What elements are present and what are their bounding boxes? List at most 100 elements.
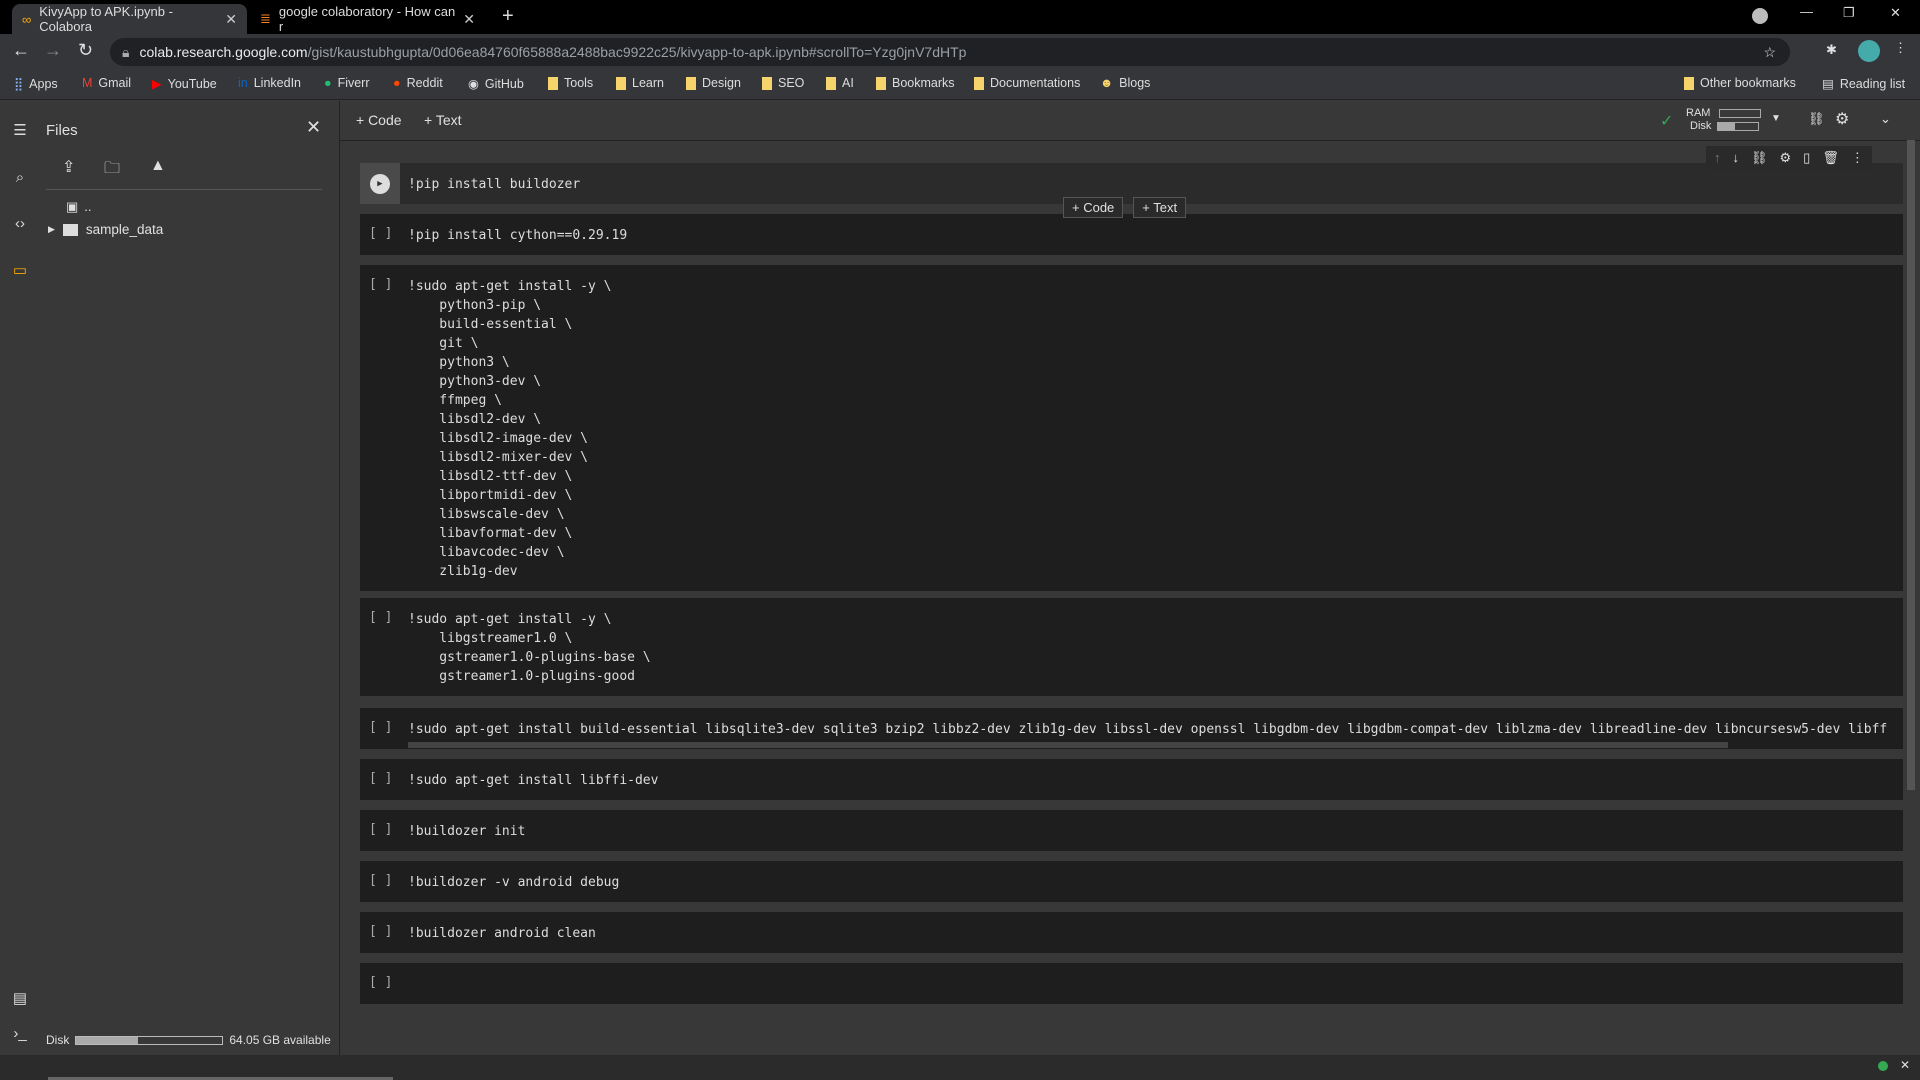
tab-stackoverflow[interactable]: ≣ google colaboratory - How can r ✕ [250, 4, 485, 34]
cell-settings-icon[interactable]: ⚙ [1780, 150, 1792, 166]
more-icon[interactable]: ⋮ [1851, 150, 1864, 166]
close-status-icon[interactable]: ✕ [1900, 1058, 1910, 1072]
command-palette-icon[interactable]: ▤ [8, 989, 32, 1007]
bookmark-learn[interactable]: Learn [616, 76, 664, 90]
bookmark-fiverr[interactable]: ● Fiverr [324, 76, 370, 90]
cell-code[interactable]: !sudo apt-get install build-essential li… [408, 720, 1888, 739]
restore-button[interactable]: ❐ [1843, 5, 1855, 21]
cell-code[interactable]: !pip install buildozer [408, 175, 1888, 194]
insert-text-button[interactable]: + Text [1133, 197, 1187, 218]
bookmark-github[interactable]: ◉ GitHub [468, 76, 524, 92]
expand-arrow-icon: ▶ [48, 224, 55, 234]
profile-menu-icon[interactable] [1752, 8, 1768, 24]
bookmark-reddit[interactable]: ● Reddit [393, 76, 443, 90]
browser-menu-icon[interactable]: ⋮ [1894, 40, 1907, 56]
close-window-button[interactable]: ✕ [1890, 5, 1901, 21]
code-cell[interactable]: [ ] !sudo apt-get install libffi-dev [360, 759, 1903, 800]
code-cell[interactable]: [ ] !pip install cython==0.29.19 [360, 214, 1903, 255]
bookmarks-bar: ⣿ Apps M Gmail ▶ YouTube in LinkedIn ● Fiverr… [0, 70, 1920, 100]
cell-code[interactable]: !buildozer android clean [408, 924, 1888, 943]
cell-code[interactable]: !buildozer init [408, 822, 1888, 841]
execution-count: [ ] [369, 873, 393, 888]
bookmark-design[interactable]: Design [686, 76, 741, 90]
bookmark-youtube[interactable]: ▶ YouTube [152, 76, 217, 92]
folder-icon [826, 76, 836, 90]
bookmark-tools[interactable]: Tools [548, 76, 593, 90]
star-icon[interactable]: ☆ [1763, 44, 1776, 61]
folder-icon [876, 76, 886, 90]
bookmark-ai[interactable]: AI [826, 76, 854, 90]
bookmark-bookmarks[interactable]: Bookmarks [876, 76, 955, 90]
files-folder-icon[interactable]: ▭ [8, 261, 32, 279]
add-text-button[interactable]: + Text [424, 112, 462, 128]
close-tab-icon[interactable]: ✕ [463, 11, 475, 28]
upload-file-icon[interactable]: ⇪ [62, 157, 75, 177]
close-sidebar-icon[interactable]: ✕ [306, 117, 321, 138]
code-cell[interactable]: [ ] !buildozer android clean [360, 912, 1903, 953]
bookmark-seo[interactable]: SEO [762, 76, 804, 90]
cell-toolbar: ↑ ↓ ⛓ ⚙ ▯ 🗑︎ ⋮ [1706, 146, 1872, 170]
folder-sample-data[interactable]: ▶ sample_data [48, 222, 163, 237]
tab-colab[interactable]: ∞ KivyApp to APK.ipynb - Colabora ✕ [12, 4, 247, 34]
parent-directory[interactable]: ▣.. [66, 199, 92, 215]
code-cell[interactable]: [ ] !sudo apt-get install -y \ python3-pi… [360, 265, 1903, 591]
reading-list[interactable]: ▤ Reading list [1822, 76, 1905, 92]
link-cell-icon[interactable]: ⛓ [1751, 150, 1768, 166]
execution-count: [ ] [369, 771, 393, 786]
bookmark-linkedin[interactable]: in LinkedIn [238, 76, 301, 90]
lock-icon: 🔒︎ [122, 43, 130, 60]
close-tab-icon[interactable]: ✕ [225, 11, 237, 28]
new-tab-button[interactable]: + [502, 5, 514, 28]
apps-grid-icon: ⣿ [14, 77, 24, 91]
cell-horizontal-scrollbar[interactable] [408, 742, 1728, 748]
resource-dropdown-icon[interactable]: ▼ [1771, 113, 1781, 124]
other-bookmarks[interactable]: Other bookmarks [1684, 76, 1796, 90]
bookmark-documentations[interactable]: Documentations [974, 76, 1080, 90]
files-sidebar: ☰ ⌕ ‹› ▭ Files ✕ ⇪ 🗀︎ ▲ ▣.. ▶ sample_data… [0, 101, 340, 1055]
code-cell[interactable]: [ ] [360, 963, 1903, 1004]
folder-icon [1684, 76, 1694, 90]
back-icon[interactable]: ← [12, 40, 30, 61]
cell-code[interactable]: !pip install cython==0.29.19 [408, 226, 1888, 245]
notebook-scrollbar[interactable] [1907, 140, 1915, 790]
settings-icon[interactable]: ⚙ [1835, 109, 1849, 129]
extensions-icon[interactable]: ✱ [1826, 42, 1837, 58]
cell-code[interactable]: !sudo apt-get install -y \ libgstreamer1… [408, 610, 1888, 686]
bookmark-blogs[interactable]: ☻ Blogs [1100, 76, 1150, 90]
avatar[interactable] [1858, 40, 1880, 62]
cell-code[interactable]: !sudo apt-get install -y \ python3-pip \… [408, 277, 1888, 581]
link-icon[interactable]: ⛓ [1808, 111, 1825, 127]
forward-icon[interactable]: → [44, 40, 62, 61]
refresh-folder-icon[interactable]: 🗀︎ [104, 157, 120, 184]
search-icon[interactable]: ⌕ [8, 169, 32, 186]
connected-check-icon: ✓ [1660, 113, 1674, 130]
toc-icon[interactable]: ☰ [8, 121, 32, 139]
bookmark-gmail[interactable]: M Gmail [82, 76, 131, 90]
code-cell[interactable]: [ ] !buildozer -v android debug [360, 861, 1903, 902]
mount-drive-icon[interactable]: ▲ [150, 157, 166, 175]
gmail-icon: M [82, 76, 93, 90]
folder-icon [686, 76, 696, 90]
code-cell[interactable]: [ ] !sudo apt-get install build-essential… [360, 708, 1903, 749]
move-down-icon[interactable]: ↓ [1733, 150, 1740, 166]
collapse-chevron-icon[interactable]: ⌄ [1880, 111, 1891, 127]
delete-icon[interactable]: 🗑︎ [1822, 150, 1839, 166]
run-cell-button[interactable]: ▶ [360, 163, 400, 204]
cell-code[interactable]: !buildozer -v android debug [408, 873, 1888, 892]
mirror-cell-icon[interactable]: ▯ [1803, 150, 1810, 166]
resource-monitor[interactable]: RAM Disk [1686, 107, 1762, 133]
url-input[interactable]: 🔒︎ colab.research.google.com/gist/kaustub… [110, 38, 1790, 66]
code-snippets-icon[interactable]: ‹› [8, 215, 32, 232]
cell-code[interactable]: !sudo apt-get install libffi-dev [408, 771, 1888, 790]
code-cell[interactable]: [ ] !buildozer init [360, 810, 1903, 851]
bookmark-apps[interactable]: ⣿ Apps [14, 76, 58, 92]
reload-icon[interactable]: ↻ [78, 40, 93, 61]
code-cell[interactable]: [ ] !sudo apt-get install -y \ libgstream… [360, 598, 1903, 696]
move-up-icon[interactable]: ↑ [1714, 150, 1721, 166]
add-code-button[interactable]: + Code [356, 112, 402, 128]
insert-code-button[interactable]: + Code [1063, 197, 1124, 218]
linkedin-icon: in [238, 76, 248, 90]
terminal-icon[interactable]: ›_ [8, 1025, 32, 1042]
minimize-button[interactable]: — [1800, 4, 1813, 19]
play-icon: ▶ [370, 173, 390, 194]
